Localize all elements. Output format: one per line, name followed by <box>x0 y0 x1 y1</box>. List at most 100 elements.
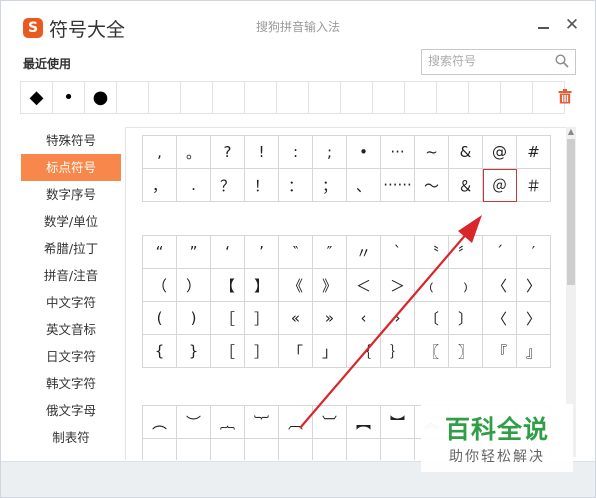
symbol-cell[interactable]: { <box>142 334 177 368</box>
symbol-cell[interactable]: ? <box>210 135 245 169</box>
symbol-cell[interactable] <box>312 438 347 460</box>
symbol-cell[interactable]: ［ <box>210 301 245 335</box>
symbol-cell[interactable]: 〝 <box>414 235 449 269</box>
category-item[interactable]: 英文音标 <box>21 316 121 343</box>
symbol-cell[interactable]: ＠ <box>482 168 517 202</box>
symbol-cell[interactable]: “ <box>142 235 177 269</box>
symbol-cell[interactable]: ～ <box>414 168 449 202</box>
symbol-cell[interactable]: ； <box>312 168 347 202</box>
symbol-cell[interactable]: ︻ <box>346 405 381 439</box>
symbol-cell[interactable]: @ <box>482 135 517 169</box>
symbol-cell[interactable]: 』 <box>516 334 551 368</box>
symbol-cell[interactable] <box>142 438 177 460</box>
symbol-cell[interactable]: . <box>176 168 211 202</box>
symbol-cell[interactable]: ︺ <box>312 405 347 439</box>
symbol-cell[interactable]: ˋ <box>380 235 415 269</box>
category-item[interactable]: 韩文字符 <box>21 370 121 397</box>
symbol-cell[interactable]: ··· <box>380 135 415 169</box>
symbol-cell[interactable]: • <box>346 135 381 169</box>
symbol-cell[interactable]: 〞 <box>448 235 483 269</box>
symbol-cell[interactable]: ’ <box>244 235 279 269</box>
symbol-cell[interactable]: 〉 <box>516 268 551 302</box>
symbol-cell[interactable]: 〈 <box>482 268 517 302</box>
symbol-cell[interactable]: 『 <box>482 334 517 368</box>
symbol-cell[interactable]: ‹ <box>346 301 381 335</box>
symbol-cell[interactable]: 《 <box>278 268 313 302</box>
recent-symbol-cell[interactable] <box>372 81 405 114</box>
minimize-button[interactable] <box>535 16 553 34</box>
symbol-cell[interactable]: 】 <box>244 268 279 302</box>
scroll-thumb[interactable] <box>567 139 575 285</box>
symbol-cell[interactable]: » <box>312 301 347 335</box>
symbol-cell[interactable]: ？ <box>210 168 245 202</box>
recent-symbol-cell[interactable] <box>500 81 533 114</box>
recent-symbol-cell[interactable] <box>404 81 437 114</box>
symbol-cell[interactable]: （ <box>142 268 177 302</box>
category-item[interactable]: 希腊/拉丁 <box>21 235 121 262</box>
symbol-cell[interactable]: ， <box>142 168 177 202</box>
symbol-cell[interactable]: # <box>516 135 551 169</box>
symbol-cell[interactable]: ﹙ <box>414 268 449 302</box>
search-box[interactable] <box>421 49 576 75</box>
category-item[interactable]: 数字序号 <box>21 181 121 208</box>
symbol-cell[interactable]: : <box>278 135 313 169</box>
symbol-cell[interactable]: 、 <box>346 168 381 202</box>
recent-symbol-cell[interactable]: • <box>52 81 85 114</box>
symbol-cell[interactable]: ” <box>176 235 211 269</box>
symbol-cell[interactable]: 〃 <box>346 235 381 269</box>
scroll-up-icon[interactable]: ▲ <box>566 127 576 137</box>
symbol-cell[interactable]: ＃ <box>516 168 551 202</box>
symbol-cell[interactable]: › <box>380 301 415 335</box>
recent-symbol-cell[interactable] <box>340 81 373 114</box>
symbol-cell[interactable] <box>176 438 211 460</box>
symbol-cell[interactable]: 」 <box>312 334 347 368</box>
symbol-cell[interactable]: ︼ <box>380 405 415 439</box>
symbol-cell[interactable]: ~ <box>414 135 449 169</box>
symbol-cell[interactable]: 。 <box>176 135 211 169</box>
recent-symbol-cell[interactable] <box>180 81 213 114</box>
symbol-cell[interactable]: ［ <box>210 334 245 368</box>
trash-icon[interactable] <box>558 89 572 104</box>
symbol-cell[interactable]: 〕 <box>448 301 483 335</box>
symbol-cell[interactable] <box>380 438 415 460</box>
recent-symbol-cell[interactable] <box>116 81 149 114</box>
search-icon[interactable] <box>555 54 569 68</box>
symbol-cell[interactable] <box>210 438 245 460</box>
symbol-cell[interactable] <box>346 438 381 460</box>
symbol-cell[interactable]: « <box>278 301 313 335</box>
category-item[interactable]: 标点符号 <box>21 154 121 181</box>
symbol-cell[interactable]: 〉 <box>516 301 551 335</box>
symbol-cell[interactable]: ‶ <box>278 235 313 269</box>
category-item[interactable]: 拼音/注音 <box>21 262 121 289</box>
symbol-cell[interactable]: 〗 <box>448 334 483 368</box>
category-item[interactable]: 数学/单位 <box>21 208 121 235</box>
recent-symbol-cell[interactable]: ● <box>84 81 117 114</box>
symbol-cell[interactable]: ） <box>176 268 211 302</box>
recent-symbol-cell[interactable] <box>436 81 469 114</box>
symbol-cell[interactable]: ︵ <box>142 405 177 439</box>
symbol-cell[interactable]: ······ <box>380 168 415 202</box>
symbol-cell[interactable]: ﹚ <box>448 268 483 302</box>
symbol-cell[interactable]: , <box>142 135 177 169</box>
recent-symbol-cell[interactable] <box>244 81 277 114</box>
symbol-cell[interactable]: 〖 <box>414 334 449 368</box>
symbol-cell[interactable]: ‘ <box>210 235 245 269</box>
symbol-cell[interactable] <box>278 438 313 460</box>
symbol-cell[interactable]: ＞ <box>380 268 415 302</box>
category-item[interactable]: 制表符 <box>21 424 121 451</box>
category-item[interactable]: 日文字符 <box>21 343 121 370</box>
symbol-cell[interactable]: ］ <box>244 301 279 335</box>
symbol-cell[interactable]: 「 <box>278 334 313 368</box>
symbol-cell[interactable] <box>244 438 279 460</box>
symbol-cell[interactable]: ″ <box>312 235 347 269</box>
category-item[interactable]: 特殊符号 <box>21 127 121 154</box>
symbol-cell[interactable]: ＆ <box>448 168 483 202</box>
symbol-cell[interactable]: ｛ <box>346 334 381 368</box>
symbol-cell[interactable]: ; <box>312 135 347 169</box>
symbol-cell[interactable]: ＜ <box>346 268 381 302</box>
symbol-cell[interactable]: ： <box>278 168 313 202</box>
recent-symbol-cell[interactable] <box>148 81 181 114</box>
symbol-cell[interactable]: ︸ <box>244 405 279 439</box>
recent-symbol-cell[interactable]: ◆ <box>20 81 53 114</box>
symbol-cell[interactable]: 【 <box>210 268 245 302</box>
